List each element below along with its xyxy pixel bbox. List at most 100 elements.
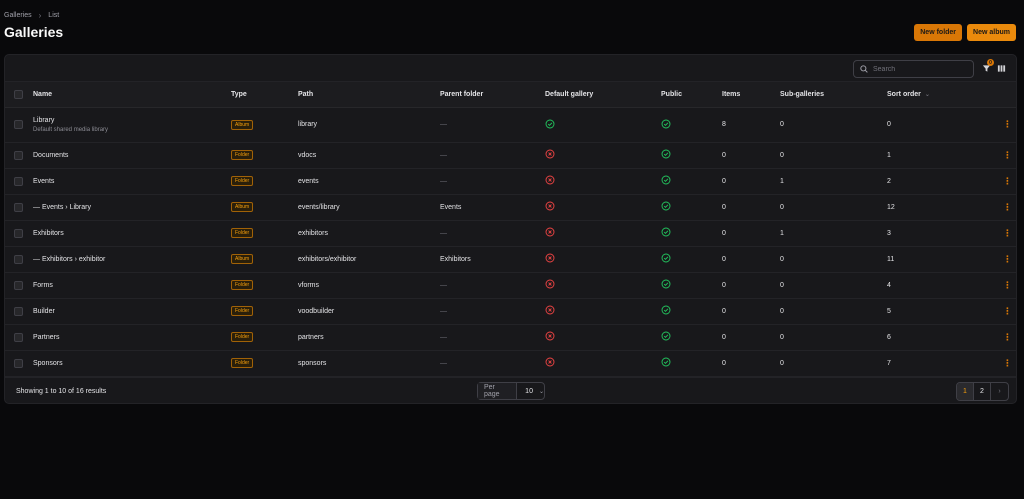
row-actions-menu-icon[interactable]: ⋮	[997, 324, 1016, 350]
check-circle-icon	[545, 119, 555, 131]
column-header-public[interactable]: Public	[661, 82, 722, 108]
check-circle-icon	[661, 149, 671, 161]
items-count: 0	[722, 177, 726, 185]
row-checkbox[interactable]	[14, 228, 23, 238]
table-row[interactable]: — Events › Library Album events/library Eve…	[5, 194, 1016, 220]
parent-folder: —	[440, 307, 447, 315]
row-actions-menu-icon[interactable]: ⋮	[997, 220, 1016, 246]
gallery-name[interactable]: Library	[33, 117, 54, 124]
row-checkbox[interactable]	[14, 202, 23, 212]
column-header-default-gallery[interactable]: Default gallery	[545, 82, 661, 108]
gallery-name[interactable]: Builder	[33, 308, 55, 315]
parent-folder: Exhibitors	[440, 255, 471, 263]
table-row[interactable]: Exhibitors Folder exhibitors — 0 1 3 ⋮	[5, 220, 1016, 246]
check-circle-icon	[661, 227, 671, 239]
type-badge: Album	[231, 254, 254, 264]
row-actions-menu-icon[interactable]: ⋮	[997, 350, 1016, 376]
gallery-name[interactable]: — Events › Library	[33, 204, 91, 211]
row-checkbox[interactable]	[14, 176, 23, 186]
column-header-name[interactable]: Name	[33, 82, 231, 108]
type-badge: Folder	[231, 228, 254, 238]
new-folder-button[interactable]: New folder	[914, 24, 963, 41]
row-checkbox[interactable]	[14, 150, 23, 160]
gallery-name[interactable]: Events	[33, 178, 54, 185]
x-circle-icon	[545, 175, 555, 187]
check-circle-icon	[661, 201, 671, 213]
row-checkbox[interactable]	[14, 280, 23, 290]
check-circle-icon	[661, 357, 671, 369]
select-all-checkbox[interactable]	[14, 89, 23, 99]
chevron-down-icon: ⌄	[924, 91, 930, 98]
x-circle-icon	[545, 227, 555, 239]
table-toolbar: 0	[5, 55, 1016, 82]
gallery-path: events/library	[298, 203, 340, 211]
table-body: Library Default shared media library Album…	[5, 107, 1016, 376]
row-actions-menu-icon[interactable]: ⋮	[997, 194, 1016, 220]
column-header-sub-galleries[interactable]: Sub-galleries	[780, 82, 887, 108]
table-row[interactable]: Documents Folder vdocs — 0 0 1 ⋮	[5, 142, 1016, 168]
per-page-select[interactable]: Per page 10 ⌄	[477, 382, 545, 400]
table-row[interactable]: — Exhibitors › exhibitor Album exhibitors/…	[5, 246, 1016, 272]
gallery-path: partners	[298, 333, 324, 341]
row-actions-menu-icon[interactable]: ⋮	[997, 298, 1016, 324]
column-header-sort-order[interactable]: Sort order ⌄	[887, 82, 997, 108]
row-checkbox[interactable]	[14, 306, 23, 316]
x-circle-icon	[545, 253, 555, 265]
gallery-name[interactable]: Partners	[33, 334, 59, 341]
search-box[interactable]	[853, 60, 974, 78]
row-checkbox[interactable]	[14, 358, 23, 368]
gallery-name[interactable]: Sponsors	[33, 360, 63, 367]
items-count: 0	[722, 203, 726, 211]
table-row[interactable]: Sponsors Folder sponsors — 0 0 7 ⋮	[5, 350, 1016, 376]
type-badge: Folder	[231, 280, 254, 290]
row-actions-menu-icon[interactable]: ⋮	[997, 142, 1016, 168]
items-count: 0	[722, 151, 726, 159]
row-checkbox[interactable]	[14, 120, 23, 129]
items-count: 0	[722, 255, 726, 263]
gallery-name[interactable]: Exhibitors	[33, 230, 64, 237]
sub-galleries-count: 0	[780, 281, 784, 289]
row-checkbox[interactable]	[14, 254, 23, 264]
gallery-path: vdocs	[298, 151, 317, 159]
table-row[interactable]: Library Default shared media library Album…	[5, 107, 1016, 142]
search-input[interactable]	[873, 65, 963, 73]
sort-order-value: 3	[887, 229, 891, 237]
type-badge: Album	[231, 202, 254, 212]
row-actions-menu-icon[interactable]: ⋮	[997, 272, 1016, 298]
column-header-items[interactable]: Items	[722, 82, 780, 108]
filter-button[interactable]: 0	[980, 59, 994, 75]
gallery-path: library	[298, 121, 318, 128]
gallery-name[interactable]: Forms	[33, 282, 53, 289]
items-count: 0	[722, 281, 726, 289]
gallery-name[interactable]: Documents	[33, 152, 68, 159]
search-icon	[860, 60, 868, 78]
parent-folder: —	[440, 121, 447, 128]
per-page-value[interactable]: 10 ⌄	[517, 388, 544, 395]
page-button-2[interactable]: 2	[974, 383, 991, 400]
per-page-label: Per page	[478, 383, 518, 399]
column-header-path[interactable]: Path	[298, 82, 440, 108]
sub-galleries-count: 0	[780, 307, 784, 315]
column-header-parent-folder[interactable]: Parent folder	[440, 82, 545, 108]
columns-icon	[997, 60, 1006, 78]
new-album-button[interactable]: New album	[967, 24, 1016, 41]
columns-toggle-button[interactable]	[995, 63, 1007, 75]
table-row[interactable]: Builder Folder voodbuilder — 0 0 5 ⋮	[5, 298, 1016, 324]
sub-galleries-count: 1	[780, 229, 784, 237]
page-button-1[interactable]: 1	[957, 383, 974, 400]
row-actions-menu-icon[interactable]: ⋮	[997, 168, 1016, 194]
gallery-name[interactable]: — Exhibitors › exhibitor	[33, 256, 105, 263]
table-row[interactable]: Partners Folder partners — 0 0 6 ⋮	[5, 324, 1016, 350]
column-header-type[interactable]: Type	[231, 82, 298, 108]
table-row[interactable]: Events Folder events — 0 1 2 ⋮	[5, 168, 1016, 194]
row-checkbox[interactable]	[14, 332, 23, 342]
results-summary: Showing 1 to 10 of 16 results	[16, 388, 107, 395]
row-actions-menu-icon[interactable]: ⋮	[997, 107, 1016, 142]
breadcrumb-galleries-link[interactable]: Galleries	[4, 12, 32, 19]
row-actions-menu-icon[interactable]: ⋮	[997, 246, 1016, 272]
table-row[interactable]: Forms Folder vforms — 0 0 4 ⋮	[5, 272, 1016, 298]
parent-folder: Events	[440, 203, 462, 211]
next-page-button[interactable]: ›	[991, 383, 1008, 400]
gallery-path: exhibitors/exhibitor	[298, 255, 357, 263]
table-footer: Showing 1 to 10 of 16 results Per page 1…	[5, 377, 1016, 403]
